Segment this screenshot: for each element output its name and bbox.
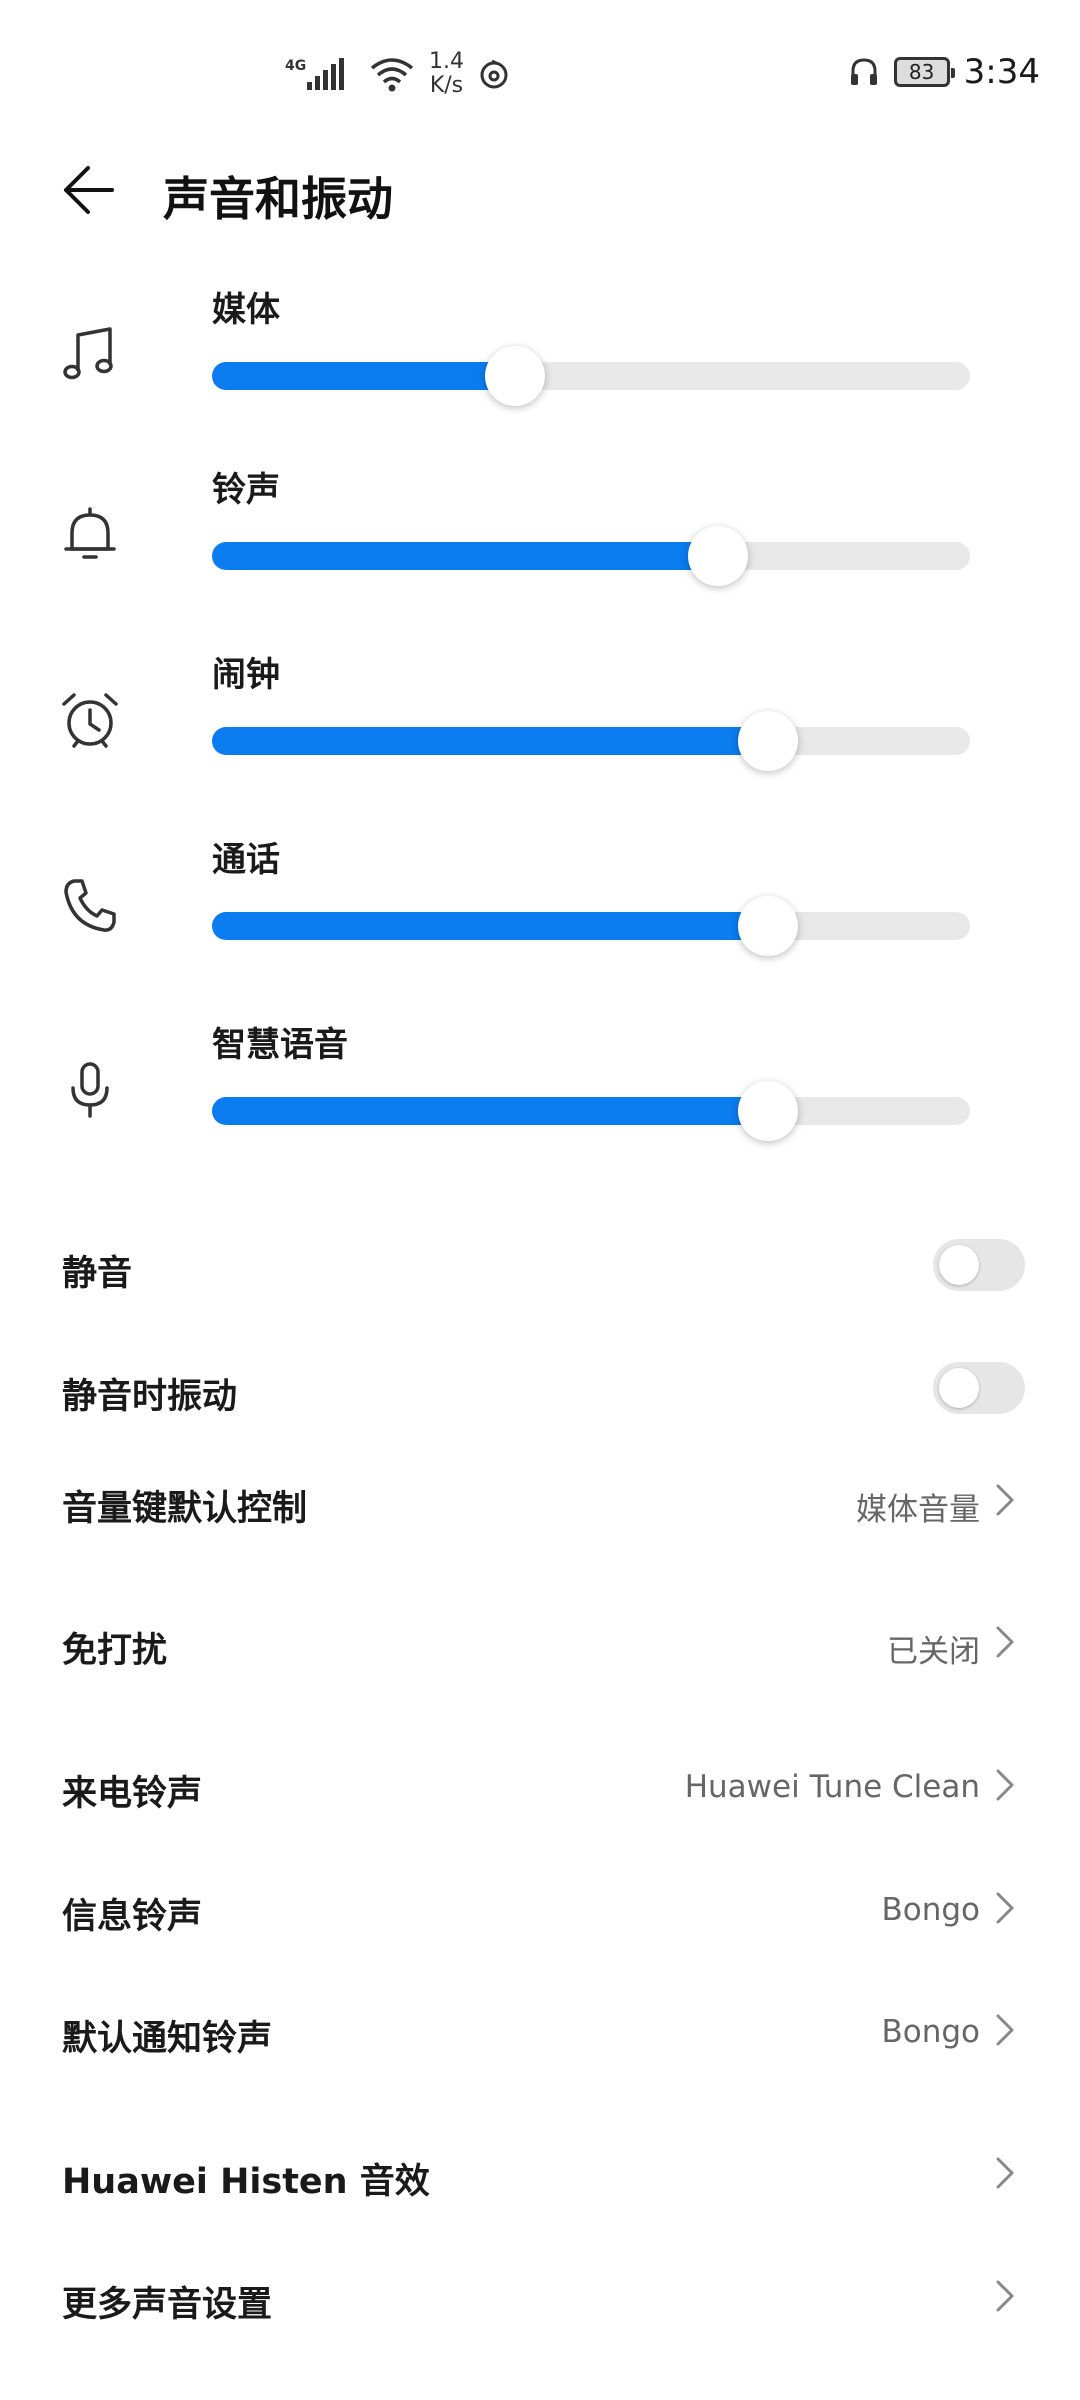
message-ringtone-row[interactable]: 信息铃声 Bongo (0, 1858, 1080, 1958)
netease-music-icon (480, 59, 508, 89)
vibrate-on-mute-label: 静音时振动 (62, 1377, 238, 1417)
status-left: 4G 1.4 K/s (285, 50, 510, 98)
toggle-knob (939, 1368, 979, 1408)
slider-fill (212, 912, 768, 940)
chevron-right-icon (996, 1892, 1014, 1924)
alarm-clock-icon (62, 693, 118, 748)
more-sound-settings-label: 更多声音设置 (62, 2285, 273, 2325)
volume-slider-smart-voice[interactable] (212, 1081, 970, 1141)
network-type: 4G (285, 58, 306, 74)
bell-icon (64, 507, 116, 559)
network-speed: 1.4 K/s (429, 50, 464, 98)
slider-thumb[interactable] (687, 526, 748, 586)
signal-icon: 4G (285, 58, 344, 90)
clock: 3:34 (963, 52, 1040, 92)
volume-label-call: 通话 (212, 840, 280, 880)
speed-value: 1.4 (429, 49, 464, 74)
slider-thumb[interactable] (737, 1081, 798, 1141)
message-ringtone-value: Bongo (881, 1892, 980, 1928)
chevron-right-icon (996, 2280, 1014, 2312)
call-ringtone-value: Huawei Tune Clean (684, 1769, 980, 1805)
histen-effects-label: Huawei Histen 音效 (62, 2162, 430, 2202)
call-ringtone-row[interactable]: 来电铃声 Huawei Tune Clean (0, 1735, 1080, 1835)
notification-ringtone-label: 默认通知铃声 (62, 2019, 273, 2059)
battery-icon: 83 (893, 57, 955, 87)
slider-thumb[interactable] (737, 896, 798, 956)
chevron-right-icon (996, 2014, 1014, 2046)
message-ringtone-label: 信息铃声 (62, 1897, 203, 1937)
chevron-right-icon (996, 1769, 1014, 1801)
back-arrow-icon[interactable] (58, 160, 118, 220)
volume-key-control-label: 音量键默认控制 (62, 1489, 308, 1529)
call-ringtone-label: 来电铃声 (62, 1774, 203, 1814)
volume-key-control-value: 媒体音量 (856, 1492, 980, 1528)
slider-fill (212, 542, 718, 570)
headset-icon (850, 58, 877, 85)
volume-slider-alarm[interactable] (212, 711, 970, 771)
microphone-icon (71, 1062, 109, 1118)
chevron-right-icon (996, 1484, 1014, 1516)
slider-fill (212, 727, 768, 755)
status-bar: 4G 1.4 K/s 83 3:34 (0, 0, 1080, 150)
slider-fill (212, 1097, 768, 1125)
volume-row-ringtone: 铃声 (0, 460, 1080, 640)
status-right: 83 3:34 (848, 52, 1040, 92)
volume-label-ringtone: 铃声 (212, 470, 280, 510)
volume-row-alarm: 闹钟 (0, 645, 1080, 825)
volume-row-smart-voice: 智慧语音 (0, 1015, 1080, 1195)
wifi-icon (370, 58, 414, 92)
more-sound-settings-row[interactable]: 更多声音设置 (0, 2246, 1080, 2346)
slider-thumb[interactable] (485, 346, 546, 406)
mute-label: 静音 (62, 1254, 133, 1294)
volume-label-smart-voice: 智慧语音 (212, 1025, 348, 1065)
histen-effects-row[interactable]: Huawei Histen 音效 (0, 2123, 1080, 2223)
vibrate-on-mute-toggle[interactable] (933, 1362, 1025, 1414)
chevron-right-icon (996, 1626, 1014, 1658)
slider-thumb[interactable] (737, 711, 798, 771)
do-not-disturb-row[interactable]: 免打扰 已关闭 (0, 1592, 1080, 1692)
volume-slider-media[interactable] (212, 346, 970, 406)
volume-row-call: 通话 (0, 830, 1080, 1010)
toggle-knob (939, 1245, 979, 1285)
battery-level: 83 (908, 60, 935, 84)
vibrate-on-mute-row[interactable]: 静音时振动 (0, 1338, 1080, 1438)
volume-label-media: 媒体 (212, 290, 280, 330)
volume-slider-call[interactable] (212, 896, 970, 956)
music-note-icon (63, 327, 113, 380)
notification-ringtone-row[interactable]: 默认通知铃声 Bongo (0, 1980, 1080, 2080)
volume-slider-ringtone[interactable] (212, 526, 970, 586)
phone-icon (64, 879, 116, 932)
do-not-disturb-label: 免打扰 (62, 1631, 168, 1671)
speed-unit: K/s (429, 73, 464, 98)
mute-toggle[interactable] (933, 1239, 1025, 1291)
mute-row[interactable]: 静音 (0, 1215, 1080, 1315)
chevron-right-icon (996, 2157, 1014, 2189)
volume-label-alarm: 闹钟 (212, 655, 280, 695)
page-title: 声音和振动 (163, 172, 393, 226)
volume-key-control-row[interactable]: 音量键默认控制 媒体音量 (0, 1450, 1080, 1550)
slider-fill (212, 362, 516, 390)
do-not-disturb-value: 已关闭 (887, 1634, 980, 1670)
volume-row-media: 媒体 (0, 280, 1080, 460)
notification-ringtone-value: Bongo (881, 2014, 980, 2050)
